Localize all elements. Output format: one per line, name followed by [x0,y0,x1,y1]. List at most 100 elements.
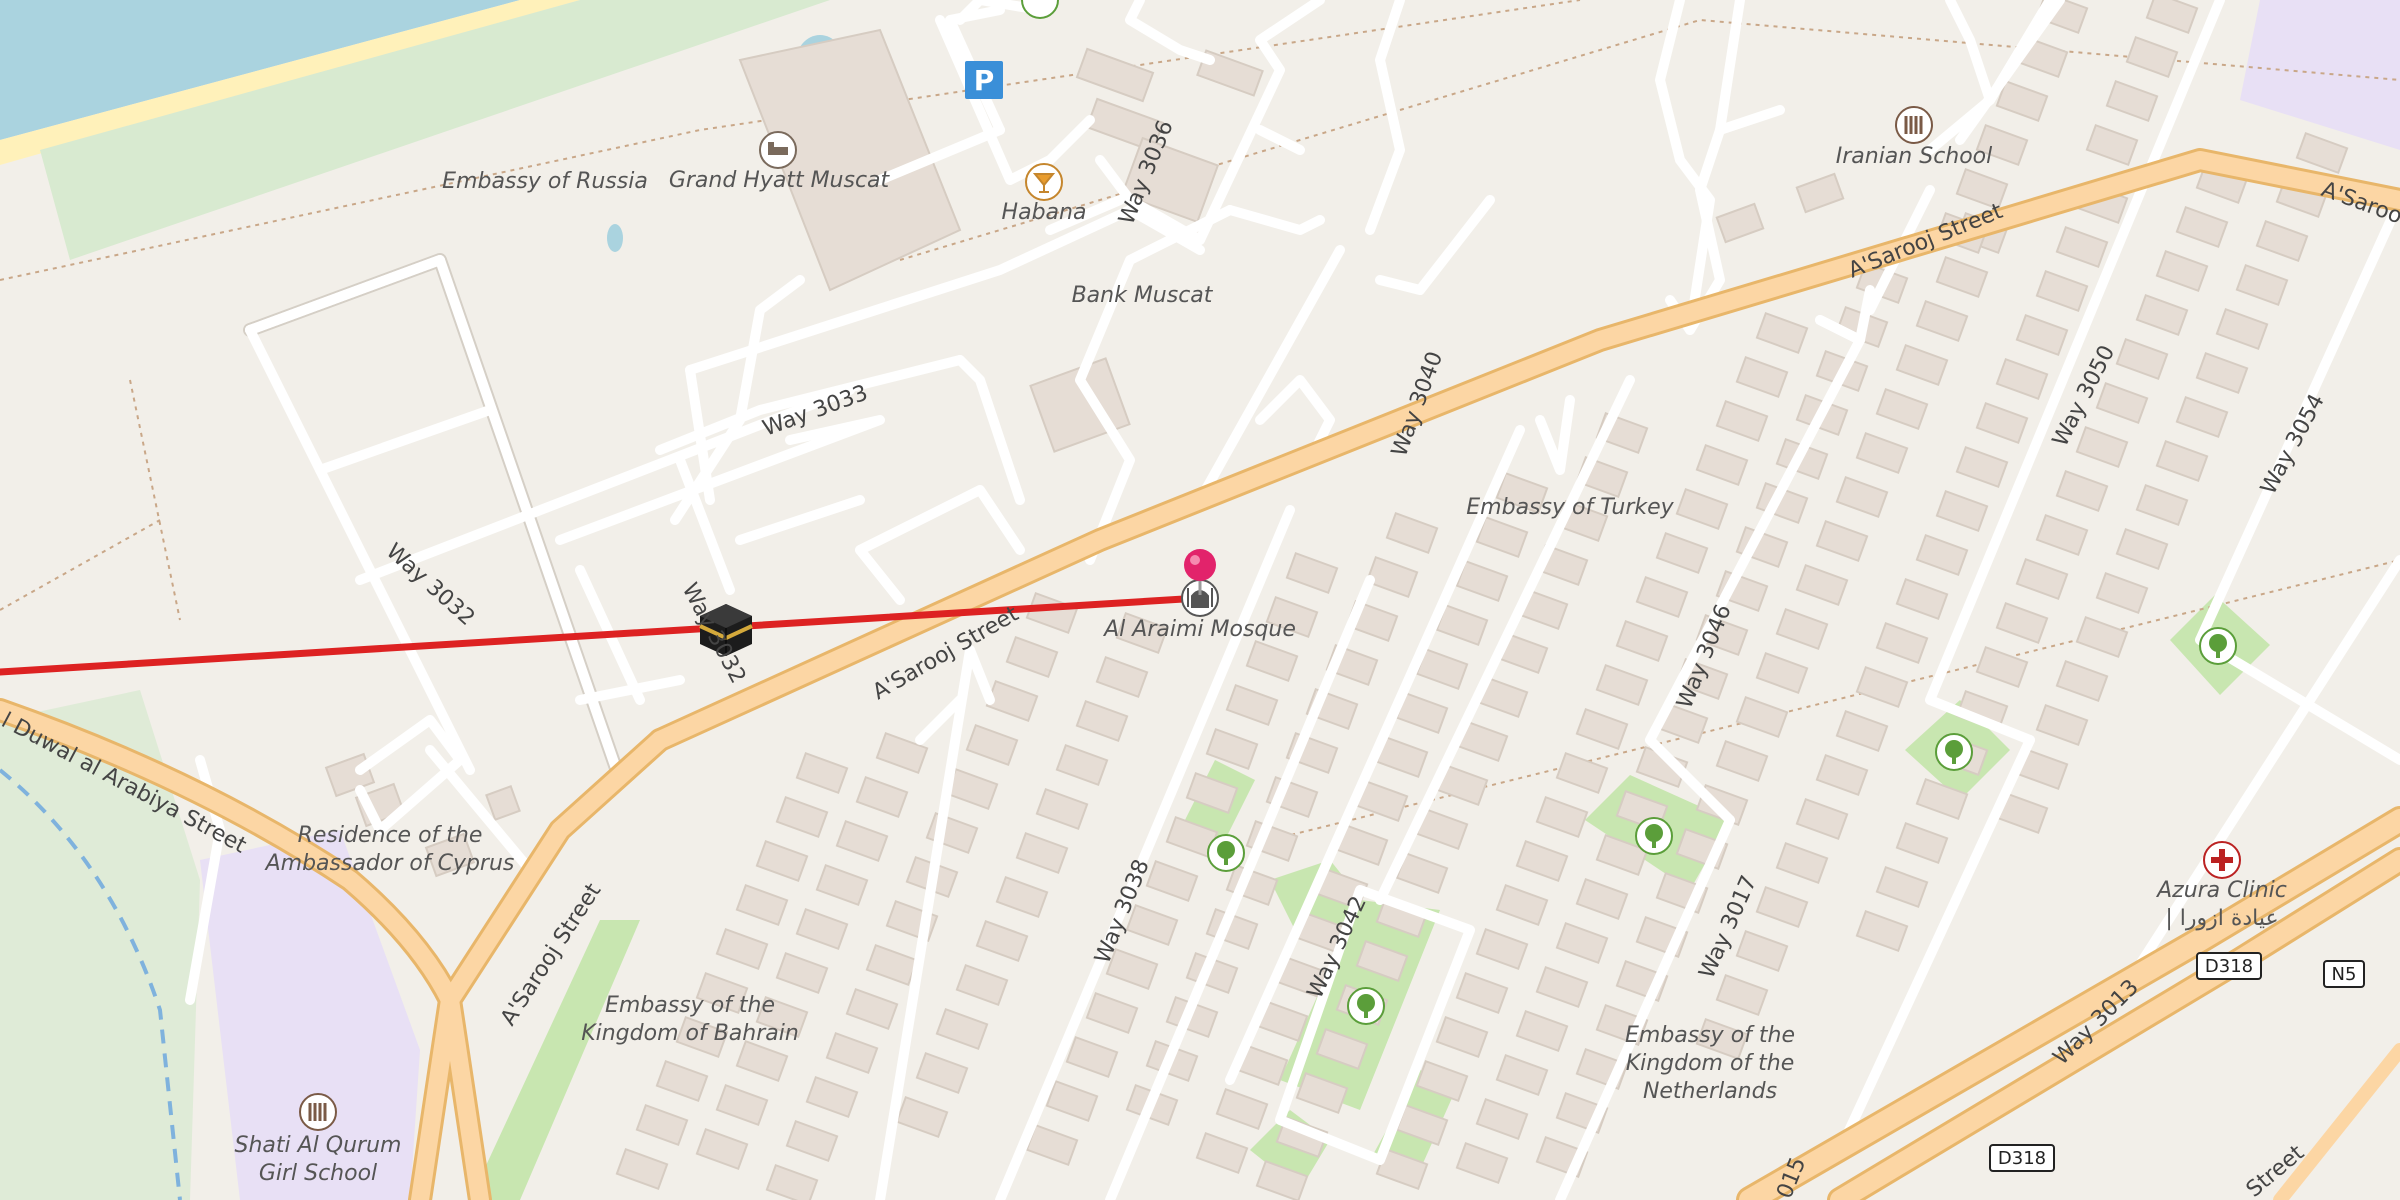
building [2295,131,2349,175]
building [1815,519,1869,563]
building [1735,929,1789,973]
building [2175,205,2229,249]
road-shield-n5: N5 [2323,960,2365,988]
building [2095,571,2149,615]
hotel-icon[interactable] [759,131,797,169]
building [2155,249,2209,293]
building [2105,79,2159,123]
building [2015,557,2069,601]
building [1835,475,1889,519]
building [2175,395,2229,439]
building [1975,645,2029,689]
building [2135,293,2189,337]
building [1755,651,1809,695]
building [1365,555,1419,599]
building [1055,743,1109,787]
building [1755,885,1809,929]
building [1835,709,1889,753]
building [735,883,789,927]
buildings [324,28,1845,878]
building [1195,1131,1249,1175]
building [2115,337,2169,381]
building [1855,431,1909,475]
clinic-cross-icon[interactable] [2203,841,2241,879]
cocktail-icon[interactable] [1025,163,1063,201]
building [2255,219,2309,263]
building [775,795,829,839]
label-embassy-russia: Embassy of Russia [442,169,648,194]
building [2145,0,2199,35]
building [2125,35,2179,79]
tree-icon[interactable] [1935,733,1973,771]
building [1795,563,1849,607]
building [1795,797,1849,841]
building [865,943,919,987]
footpath-dotted-4 [0,379,181,621]
building [1535,795,1589,839]
building [1995,79,2049,123]
building [755,839,809,883]
building [2195,351,2249,395]
road-shield-d318: D318 [2196,952,2262,980]
building [1475,515,1529,559]
building [715,927,769,971]
tree-icon[interactable] [1207,834,1245,872]
building [2035,513,2089,557]
building [1955,167,2009,211]
label-shati-school-2: Girl School [259,1161,377,1186]
building [1855,665,1909,709]
building [1575,877,1629,921]
building [1435,1015,1489,1059]
label-azura-clinic-2: | عيادة ازورا [2165,906,2278,931]
label-azura-clinic-1: Azura Clinic [2155,878,2287,903]
label-residence-cyprus-2: Ambassador of Cyprus [264,851,515,876]
tree-icon[interactable] [1347,987,1385,1025]
building [1775,607,1829,651]
building [895,1095,949,1139]
school-icon[interactable] [299,1093,337,1131]
building [2035,703,2089,747]
parking-icon[interactable]: P [965,61,1003,99]
building [785,1119,839,1163]
building [1995,601,2049,645]
building [765,1163,819,1200]
label-embassy-netherlands-3: Netherlands [1643,1079,1777,1104]
building [1915,299,1969,343]
building [1955,445,2009,489]
building [1085,991,1139,1035]
building [2055,225,2109,269]
building [1735,355,1789,399]
building [1895,821,1949,865]
building [1575,707,1629,751]
building [2085,123,2139,167]
building [1995,357,2049,401]
building [1475,1097,1529,1141]
building [855,775,909,819]
label-grand-hyatt: Grand Hyatt Muscat [669,168,891,193]
building [1455,1141,1509,1185]
building [1225,683,1279,727]
label-embassy-bahrain-1: Embassy of the [605,993,775,1018]
building [1145,859,1199,903]
tree-icon[interactable] [1635,817,1673,855]
building [1215,1087,1269,1131]
building [835,819,889,863]
building [2235,263,2289,307]
building [1735,695,1789,739]
sport-icon[interactable] [1021,0,1059,19]
school-icon[interactable] [1895,106,1933,144]
building [1975,401,2029,445]
building [2075,615,2129,659]
building [735,1039,789,1083]
building [2055,659,2109,703]
building [975,919,1029,963]
map-canvas[interactable]: P Embassy of Russia Grand Hyatt Muscat H… [0,0,2400,1200]
building [1715,739,1769,783]
tree-icon[interactable] [2199,627,2237,665]
svg-text:N5: N5 [2332,964,2357,985]
building [1895,577,1949,621]
building [1675,487,1729,531]
building [1385,511,1439,555]
building [635,1103,689,1147]
building [1615,619,1669,663]
